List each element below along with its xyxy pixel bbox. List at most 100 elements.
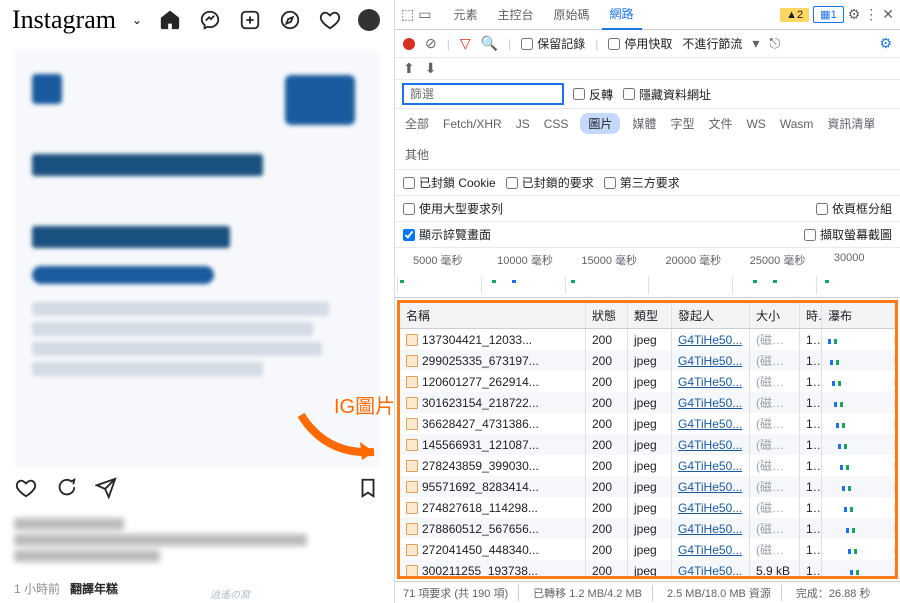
footer-resources: 2.5 MB/18.0 MB 資源	[667, 585, 782, 601]
instagram-logo[interactable]: Instagram	[12, 5, 116, 35]
file-icon	[406, 481, 418, 493]
filter-row: 反轉 隱藏資料網址	[395, 80, 900, 109]
file-icon	[406, 502, 418, 514]
messenger-icon[interactable]	[198, 8, 222, 32]
wifi-icon[interactable]: ⎋	[769, 35, 780, 52]
like-icon[interactable]	[14, 476, 38, 500]
filter-font[interactable]: 字型	[668, 113, 696, 134]
filter-media[interactable]: 媒體	[630, 113, 658, 134]
file-icon	[406, 376, 418, 388]
filter-manifest[interactable]: 資訊清單	[825, 113, 877, 134]
warnings-badge[interactable]: ▲2	[780, 8, 809, 22]
table-body[interactable]: 137304421_12033...200jpegG4TiHe50...(磁碟.…	[400, 329, 895, 576]
ig-post	[0, 40, 394, 514]
chevron-down-icon[interactable]: ▾	[752, 35, 759, 52]
table-row[interactable]: 272041450_448340...200jpegG4TiHe50...(磁碟…	[400, 539, 895, 560]
third-party-checkbox[interactable]: 第三方要求	[604, 174, 680, 191]
col-name[interactable]: 名稱	[400, 303, 586, 328]
upload-icon[interactable]: ⬆	[403, 60, 415, 77]
inspect-icon[interactable]: ⬚	[401, 6, 414, 23]
table-row[interactable]: 145566931_121087...200jpegG4TiHe50...(磁碟…	[400, 434, 895, 455]
new-post-icon[interactable]	[238, 8, 262, 32]
watermark: 逍遙の窩	[210, 586, 250, 601]
filter-doc[interactable]: 文件	[706, 113, 734, 134]
throttle-select[interactable]: 不進行節流	[682, 35, 742, 52]
col-status[interactable]: 狀態	[586, 303, 628, 328]
tab-network[interactable]: 網路	[602, 0, 642, 30]
close-icon[interactable]: ✕	[882, 6, 894, 23]
col-size[interactable]: 大小	[750, 303, 800, 328]
file-icon	[406, 397, 418, 409]
hide-data-urls-checkbox[interactable]: 隱藏資料網址	[623, 86, 711, 103]
filter-img[interactable]: 圖片	[580, 113, 620, 134]
tab-sources[interactable]: 原始碼	[546, 0, 598, 29]
blocked-cookies-checkbox[interactable]: 已封鎖 Cookie	[403, 174, 496, 191]
activity-icon[interactable]	[318, 8, 342, 32]
table-row[interactable]: 278860512_567656...200jpegG4TiHe50...(磁碟…	[400, 518, 895, 539]
col-initiator[interactable]: 發起人	[672, 303, 750, 328]
type-filter-tabs: 全部 Fetch/XHR JS CSS 圖片 媒體 字型 文件 WS Wasm …	[395, 109, 900, 170]
filter-other[interactable]: 其他	[403, 144, 431, 165]
filter-wasm[interactable]: Wasm	[778, 115, 816, 133]
filter-fetch[interactable]: Fetch/XHR	[441, 115, 504, 133]
tl-label: 25000 毫秒	[732, 252, 816, 268]
group-frame-checkbox[interactable]: 依頁框分組	[816, 200, 892, 217]
explore-icon[interactable]	[278, 8, 302, 32]
screenshots-checkbox[interactable]: 擷取螢幕截圖	[804, 226, 892, 243]
comment-icon[interactable]	[54, 476, 78, 500]
table-row[interactable]: 95571692_8283414...200jpegG4TiHe50...(磁碟…	[400, 476, 895, 497]
filter-icon[interactable]: ▽	[460, 35, 471, 52]
table-row[interactable]: 120601277_262914...200jpegG4TiHe50...(磁碟…	[400, 371, 895, 392]
show-overview-checkbox[interactable]: 顯示誶覽畫面	[403, 226, 491, 243]
blocked-requests-checkbox[interactable]: 已封鎖的要求	[506, 174, 594, 191]
table-row[interactable]: 299025335_673197...200jpegG4TiHe50...(磁碟…	[400, 350, 895, 371]
col-time[interactable]: 時	[800, 303, 822, 328]
home-icon[interactable]	[158, 8, 182, 32]
footer-requests: 71 項要求 (共 190 項)	[403, 585, 519, 601]
table-row[interactable]: 301623154_218722...200jpegG4TiHe50...(磁碟…	[400, 392, 895, 413]
instagram-panel: Instagram ⌄	[0, 0, 395, 603]
tab-elements[interactable]: 元素	[445, 0, 485, 29]
preserve-log-checkbox[interactable]: 保留記錄	[521, 35, 585, 52]
table-row[interactable]: 278243859_399030...200jpegG4TiHe50...(磁碟…	[400, 455, 895, 476]
post-time: 1 小時前	[14, 580, 60, 597]
translate-link[interactable]: 翻譯年糕	[70, 580, 118, 597]
tl-label: 15000 毫秒	[563, 252, 647, 268]
table-row[interactable]: 36628427_4731386...200jpegG4TiHe50...(磁碟…	[400, 413, 895, 434]
table-row[interactable]: 274827618_114298...200jpegG4TiHe50...(磁碟…	[400, 497, 895, 518]
footer-finish: 完成：26.88 秒	[796, 585, 881, 601]
device-icon[interactable]: ▭	[418, 6, 431, 23]
share-icon[interactable]	[94, 476, 118, 500]
file-icon	[406, 418, 418, 430]
col-type[interactable]: 類型	[628, 303, 672, 328]
table-row[interactable]: 300211255_193738...200jpegG4TiHe50...5.9…	[400, 560, 895, 576]
messages-badge[interactable]: ▦1	[813, 6, 844, 23]
clear-icon[interactable]: ⊘	[425, 35, 437, 52]
filter-input[interactable]	[403, 84, 563, 104]
disable-cache-checkbox[interactable]: 停用快取	[608, 35, 672, 52]
search-icon[interactable]: 🔍	[481, 35, 498, 52]
save-icon[interactable]	[356, 476, 380, 500]
post-footer: 1 小時前 翻譯年糕	[0, 574, 394, 603]
avatar[interactable]	[358, 9, 380, 31]
table-row[interactable]: 137304421_12033...200jpegG4TiHe50...(磁碟.…	[400, 329, 895, 350]
download-icon[interactable]: ⬇	[425, 60, 437, 77]
devtools-tabs: ⬚ ▭ 元素 主控台 原始碼 網路 ▲2 ▦1 ⚙ ⋮ ✕	[395, 0, 900, 30]
timeline-overview[interactable]: 5000 毫秒 10000 毫秒 15000 毫秒 20000 毫秒 25000…	[395, 248, 900, 298]
filter-all[interactable]: 全部	[403, 113, 431, 134]
settings-icon[interactable]: ⚙	[879, 35, 892, 52]
tl-label: 30000	[816, 252, 900, 268]
filter-css[interactable]: CSS	[542, 115, 571, 133]
invert-checkbox[interactable]: 反轉	[573, 86, 613, 103]
filter-js[interactable]: JS	[514, 115, 532, 133]
filter-ws[interactable]: WS	[744, 115, 767, 133]
chevron-down-icon[interactable]: ⌄	[132, 13, 142, 27]
tab-console[interactable]: 主控台	[489, 0, 541, 29]
more-icon[interactable]: ⋮	[864, 6, 878, 23]
table-header: 名稱 狀態 類型 發起人 大小 時 瀑布	[400, 303, 895, 329]
network-footer: 71 項要求 (共 190 項) 已轉移 1.2 MB/4.2 MB 2.5 M…	[395, 581, 900, 603]
large-rows-checkbox[interactable]: 使用大型要求列	[403, 200, 503, 217]
col-waterfall[interactable]: 瀑布	[822, 303, 895, 328]
record-button[interactable]	[403, 38, 415, 50]
gear-icon[interactable]: ⚙	[848, 6, 861, 23]
